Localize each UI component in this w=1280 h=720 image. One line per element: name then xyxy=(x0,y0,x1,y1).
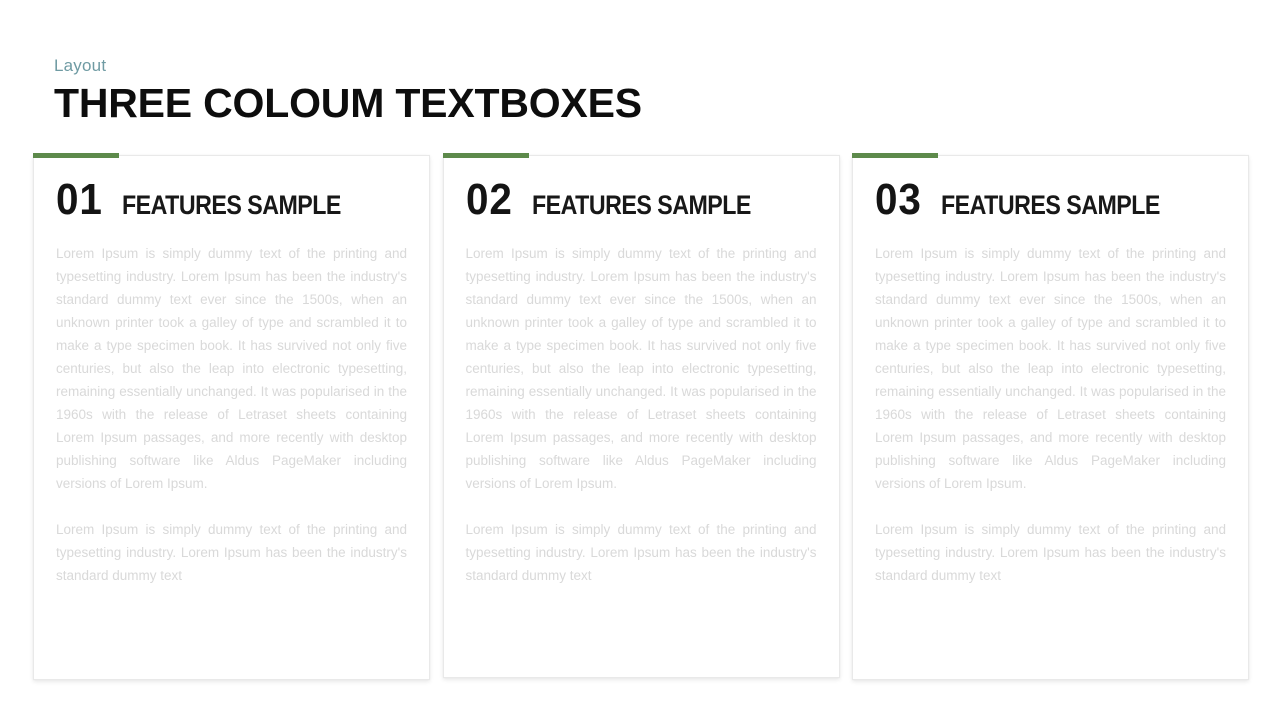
card-header: 03 FEATURES SAMPLE xyxy=(875,178,1226,232)
card-paragraph-primary: Lorem Ipsum is simply dummy text of the … xyxy=(465,246,817,491)
card-paragraph-primary: Lorem Ipsum is simply dummy text of the … xyxy=(875,246,1226,491)
card-title: FEATURES SAMPLE xyxy=(122,190,341,220)
three-column-textboxes: 01 FEATURES SAMPLE Lorem Ipsum is simply… xyxy=(33,153,1249,682)
card-paragraph-primary: Lorem Ipsum is simply dummy text of the … xyxy=(56,246,407,491)
card-header: 01 FEATURES SAMPLE xyxy=(56,178,407,232)
card-number: 02 xyxy=(465,175,513,224)
card-title: FEATURES SAMPLE xyxy=(941,190,1160,220)
card-body: Lorem Ipsum is simply dummy text of the … xyxy=(56,238,407,587)
page-title: THREE COLOUM TEXTBOXES xyxy=(54,80,642,126)
card-paragraph-secondary: Lorem Ipsum is simply dummy text of the … xyxy=(875,522,1226,583)
feature-card-02: 02 FEATURES SAMPLE Lorem Ipsum is simply… xyxy=(442,153,840,678)
card-number: 03 xyxy=(875,175,922,224)
card-body: Lorem Ipsum is simply dummy text of the … xyxy=(466,238,817,587)
accent-bar-icon xyxy=(852,153,938,158)
card-header: 02 FEATURES SAMPLE xyxy=(466,178,817,232)
card-paragraph-secondary: Lorem Ipsum is simply dummy text of the … xyxy=(465,522,817,583)
slide-header: Layout THREE COLOUM TEXTBOXES xyxy=(54,56,1234,126)
slide-eyebrow-label: Layout xyxy=(54,56,107,75)
feature-card-01: 01 FEATURES SAMPLE Lorem Ipsum is simply… xyxy=(33,153,430,680)
card-number: 01 xyxy=(56,175,103,224)
card-paragraph-secondary: Lorem Ipsum is simply dummy text of the … xyxy=(56,522,407,583)
card-body: Lorem Ipsum is simply dummy text of the … xyxy=(875,238,1226,587)
feature-card-03: 03 FEATURES SAMPLE Lorem Ipsum is simply… xyxy=(852,153,1249,680)
accent-bar-icon xyxy=(33,153,119,158)
card-title: FEATURES SAMPLE xyxy=(531,190,751,220)
accent-bar-icon xyxy=(442,153,529,158)
